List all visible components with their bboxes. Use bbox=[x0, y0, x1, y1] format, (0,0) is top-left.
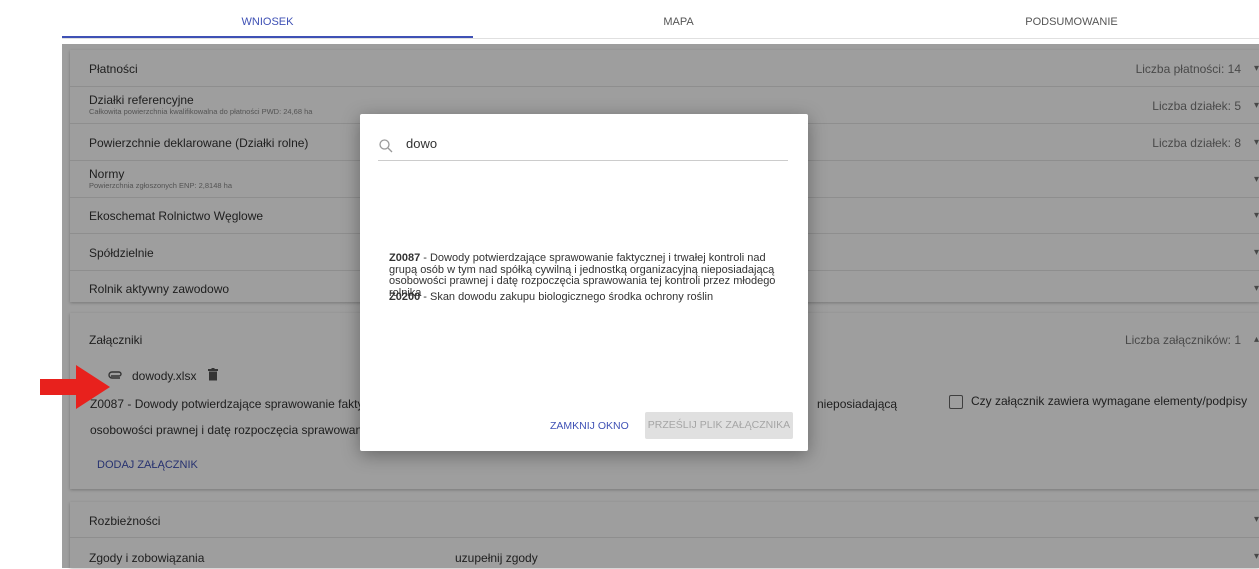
arrow-annotation-icon bbox=[40, 365, 110, 409]
search-input[interactable] bbox=[406, 136, 776, 151]
tab-wniosek[interactable]: WNIOSEK bbox=[62, 10, 473, 38]
tab-bar: WNIOSEK MAPA PODSUMOWANIE bbox=[62, 10, 1259, 39]
option-text: - Skan dowodu zakupu biologicznego środk… bbox=[420, 291, 714, 303]
upload-attachment-button[interactable]: PRZEŚLIJ PLIK ZAŁĄCZNIKA bbox=[645, 412, 793, 439]
close-window-button[interactable]: ZAMKNIJ OKNO bbox=[550, 420, 629, 432]
tab-podsumowanie[interactable]: PODSUMOWANIE bbox=[884, 10, 1259, 36]
search-box[interactable] bbox=[378, 134, 788, 161]
tab-mapa[interactable]: MAPA bbox=[473, 10, 884, 36]
attachment-type-dialog: Z0087 - Dowody potwierdzające sprawowani… bbox=[360, 114, 808, 451]
option-z0200[interactable]: Z0200 - Skan dowodu zakupu biologicznego… bbox=[389, 291, 779, 304]
search-icon bbox=[378, 138, 394, 159]
option-code: Z0087 bbox=[389, 252, 421, 264]
option-code: Z0200 bbox=[389, 291, 421, 303]
